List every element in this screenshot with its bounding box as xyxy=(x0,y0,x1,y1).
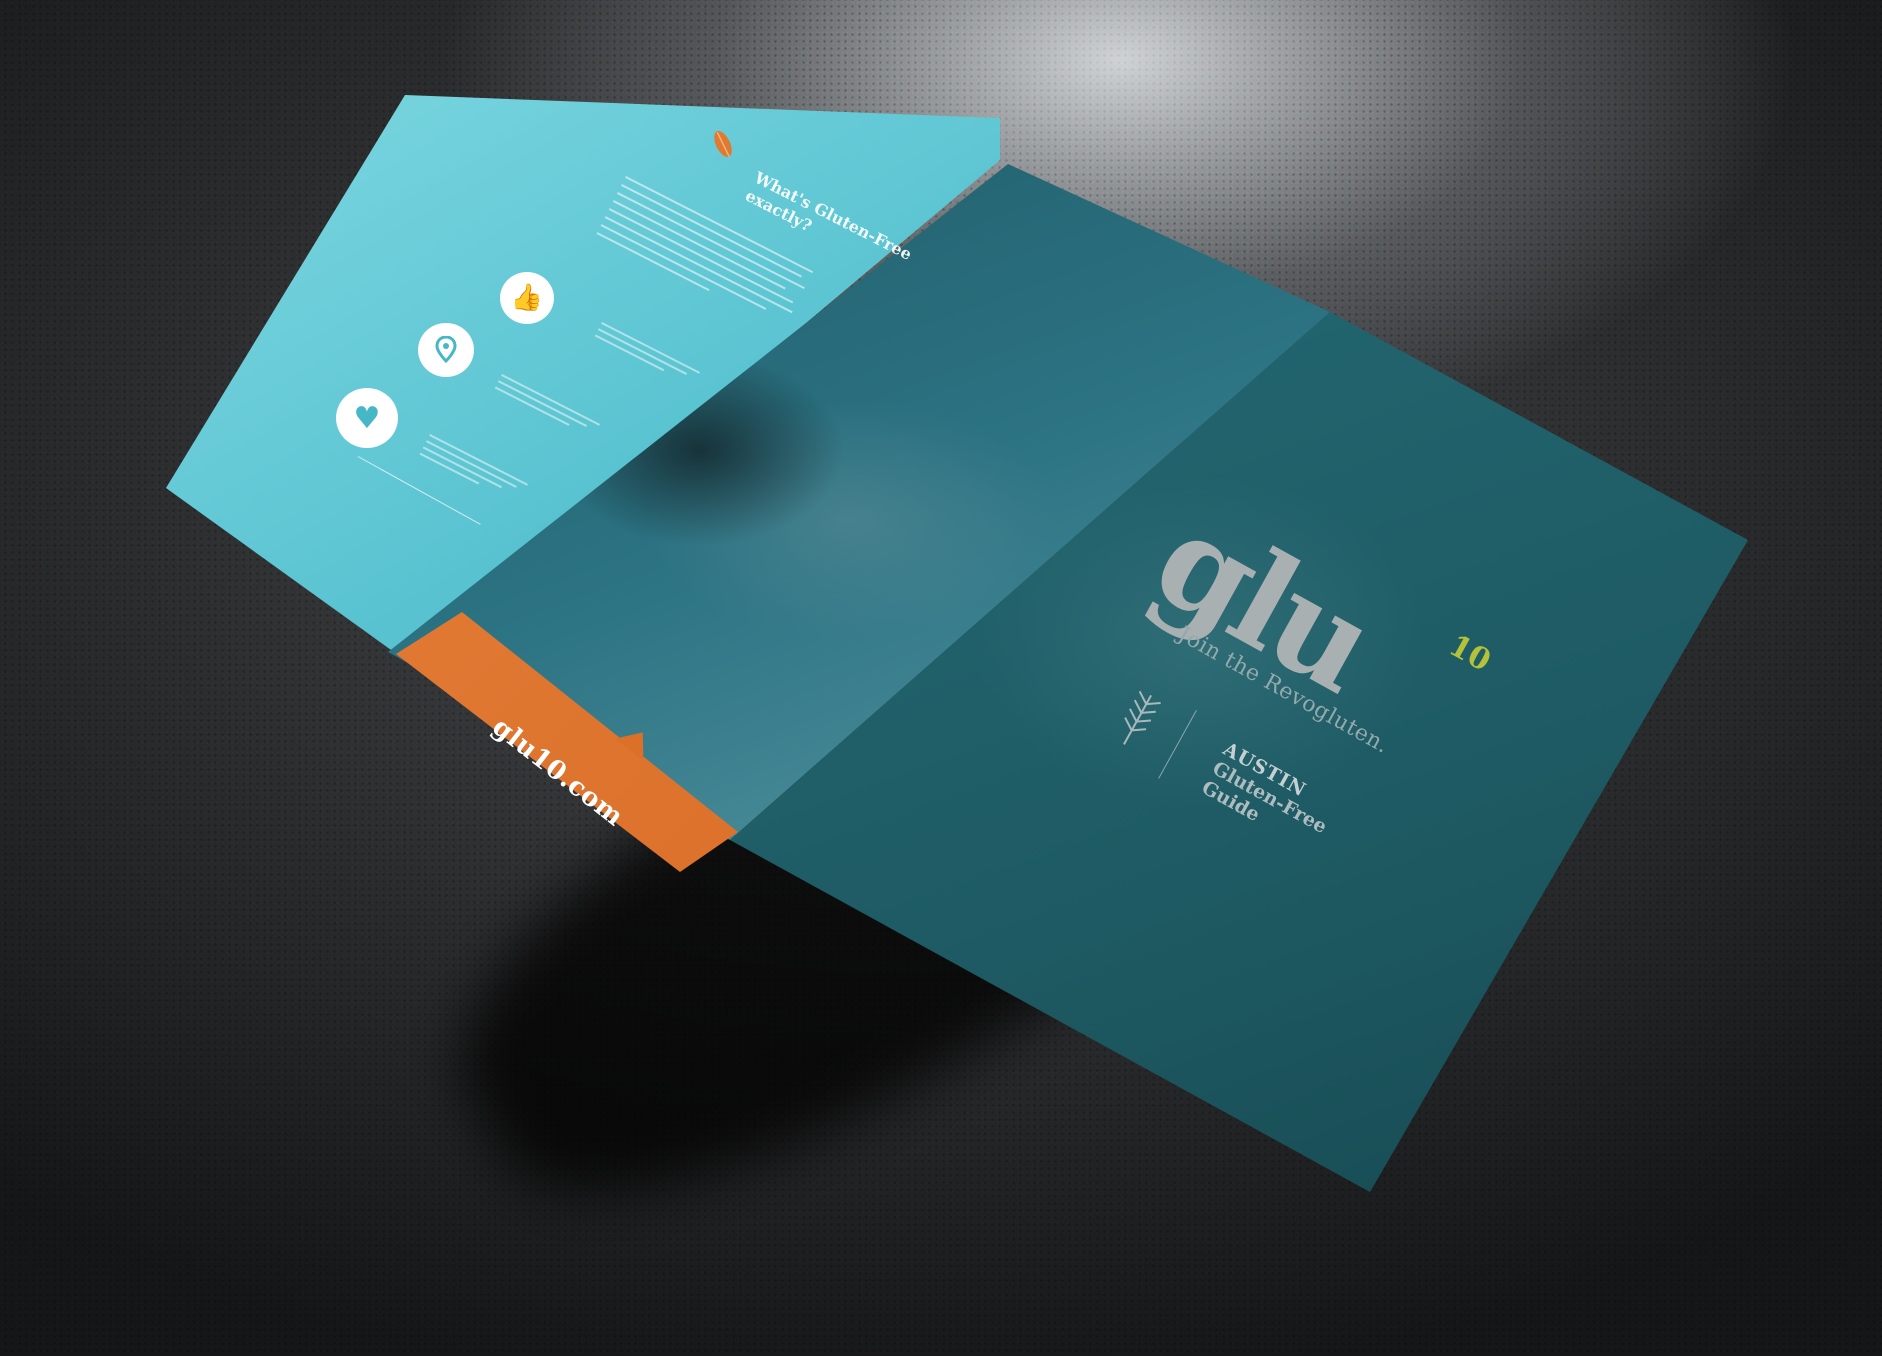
map-pin-icon xyxy=(418,323,474,377)
thumbs-up-icon: 👍 xyxy=(500,272,554,324)
heart-icon: ♥ xyxy=(336,388,398,448)
scene: What's Gluten-Free exactly? 👍 ♥ glu10.co… xyxy=(0,0,1882,1356)
